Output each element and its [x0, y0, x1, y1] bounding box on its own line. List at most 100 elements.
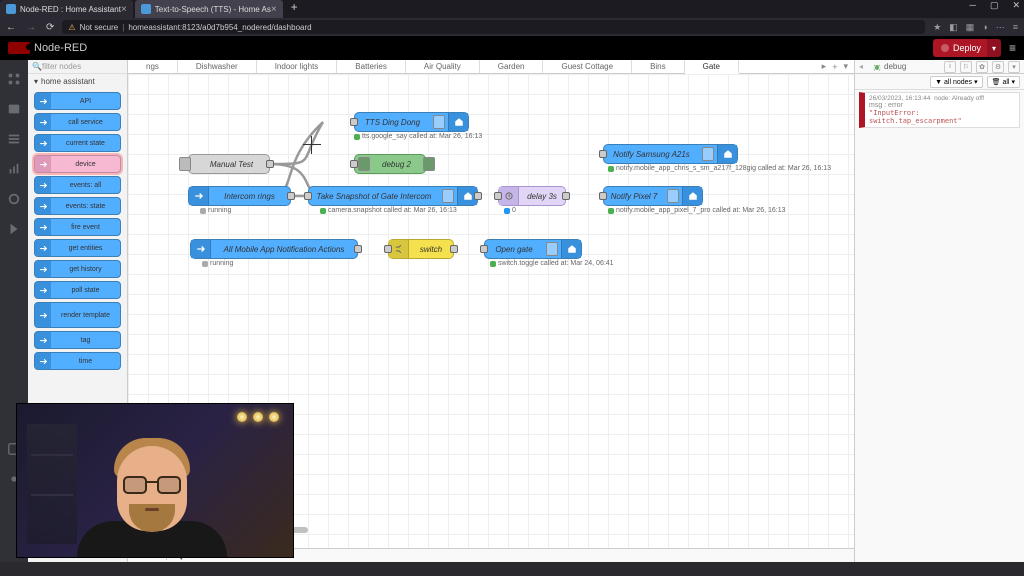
palette-node-label: events: state	[51, 203, 120, 210]
palette-node-current-state[interactable]: current state	[34, 134, 121, 152]
sidebar-tab-debug[interactable]: debug	[867, 62, 912, 71]
tab-title: Text-to-Speech (TTS) - Home As	[155, 5, 271, 14]
node-type-icon	[35, 198, 51, 214]
home-icon	[717, 145, 737, 163]
sidebar-btn[interactable]: ✿	[976, 61, 988, 73]
flow-tab-air-quality[interactable]: Air Quality	[406, 60, 480, 73]
flow-tab-indoor-lights[interactable]: Indoor lights	[257, 60, 338, 73]
status-text: running	[210, 260, 233, 267]
sidebar-collapse-icon[interactable]: ◂	[855, 62, 867, 71]
palette-node-label: render template	[51, 312, 120, 319]
palette-node-poll-state[interactable]: poll state	[34, 281, 121, 299]
tab-close-icon[interactable]: ×	[271, 4, 277, 15]
palette-node-tag[interactable]: tag	[34, 331, 121, 349]
sidebar-btn[interactable]: ▾	[1008, 61, 1020, 73]
sidebar-btn[interactable]: i	[944, 61, 956, 73]
sidebar-btn[interactable]: ⚐	[960, 61, 972, 73]
tab-menu-icon[interactable]: ▾	[843, 61, 848, 72]
window-minimize[interactable]: ─	[970, 0, 976, 11]
node-switch[interactable]: switch	[388, 239, 454, 259]
activity-icon[interactable]	[7, 102, 21, 116]
ext-icon[interactable]: ★	[933, 22, 941, 33]
url-input[interactable]: ⚠ Not secure | homeassistant:8123/a0d7b9…	[62, 20, 925, 34]
flow-tab-ngs[interactable]: ngs	[128, 60, 178, 73]
nav-reload-icon[interactable]: ⟳	[46, 22, 54, 33]
tab-scroll-right-icon[interactable]: ▸	[822, 61, 827, 72]
flow-tab-guest-cottage[interactable]: Guest Cottage	[543, 60, 632, 73]
activity-icon[interactable]	[7, 192, 21, 206]
sidebar-btn[interactable]: ⚙	[992, 61, 1004, 73]
activity-icon[interactable]	[7, 222, 21, 236]
new-tab-button[interactable]: +	[291, 0, 298, 18]
nav-back-icon[interactable]: ←	[6, 22, 16, 33]
msg-time: 26/03/2023, 16:13:44	[869, 95, 930, 102]
sidebar-tab-label: debug	[884, 62, 906, 71]
palette-node-fire-event[interactable]: fire event	[34, 218, 121, 236]
node-label: Open gate	[485, 245, 543, 254]
flow-tab-dishwasher[interactable]: Dishwasher	[178, 60, 257, 73]
node-all-mobile-actions[interactable]: All Mobile App Notification Actions	[190, 239, 358, 259]
node-delay[interactable]: delay 3s	[498, 186, 566, 206]
deploy-button[interactable]: Deploy	[933, 39, 989, 57]
browser-tab-0[interactable]: Node-RED : Home Assistant ×	[0, 0, 133, 18]
search-placeholder: filter nodes	[42, 62, 81, 71]
node-debug-2[interactable]: debug 2	[354, 154, 426, 174]
node-label: All Mobile App Notification Actions	[211, 245, 357, 254]
nodered-logo	[8, 42, 30, 54]
palette-node-call-service[interactable]: call service	[34, 113, 121, 131]
palette-node-render-template[interactable]: render template	[34, 302, 121, 328]
flow-tab-gate[interactable]: Gate	[685, 60, 739, 74]
palette-node-get-history[interactable]: get history	[34, 260, 121, 278]
lock-warning-icon: ⚠	[68, 23, 75, 32]
node-label: Take Snapshot of Gate Intercom	[309, 192, 439, 201]
node-manual-test[interactable]: Manual Test	[188, 154, 270, 174]
node-notify-pixel[interactable]: Notify Pixel 7	[603, 186, 703, 206]
node-type-icon	[35, 135, 51, 151]
node-label: delay 3s	[519, 192, 565, 201]
node-tts-ding-dong[interactable]: TTS Ding Dong	[354, 112, 469, 132]
palette-node-time[interactable]: time	[34, 352, 121, 370]
nav-forward-icon[interactable]: →	[26, 22, 36, 33]
tab-close-icon[interactable]: ×	[121, 4, 127, 15]
tab-favicon	[6, 4, 16, 14]
node-label: switch	[409, 245, 453, 254]
add-flow-button[interactable]: +	[832, 62, 837, 72]
palette-node-get-entities[interactable]: get entities	[34, 239, 121, 257]
activity-icon[interactable]	[7, 162, 21, 176]
browser-tab-1[interactable]: Text-to-Speech (TTS) - Home As ×	[135, 0, 283, 18]
flow-tab-batteries[interactable]: Batteries	[337, 60, 406, 73]
ext-icon[interactable]: ◑	[982, 22, 987, 33]
status-text: 0	[512, 207, 516, 214]
node-open-gate[interactable]: Open gate	[484, 239, 582, 259]
flow-tab-bins[interactable]: Bins	[632, 60, 685, 73]
node-notify-samsung[interactable]: Notify Samsung A21s	[603, 144, 738, 164]
window-close[interactable]: ✕	[1012, 0, 1020, 11]
palette-category[interactable]: ▾ home assistant	[28, 74, 127, 89]
main-menu-button[interactable]: ≡	[1009, 41, 1016, 55]
deploy-dropdown[interactable]: ▾	[987, 39, 1001, 57]
ext-icon[interactable]: ▦	[966, 22, 975, 33]
ext-icon[interactable]: ⋯	[996, 22, 1005, 33]
node-label: Manual Test	[194, 160, 269, 169]
palette-node-label: fire event	[51, 224, 120, 231]
node-intercom-rings[interactable]: Intercom rings	[188, 186, 291, 206]
filter-all-button[interactable]: 🗑 all ▾	[987, 76, 1020, 88]
ext-icon[interactable]: ◧	[949, 22, 958, 33]
node-type-icon	[35, 261, 51, 277]
ext-icon[interactable]: ≡	[1013, 22, 1018, 33]
palette-node-events-state[interactable]: events: state	[34, 197, 121, 215]
filter-nodes-button[interactable]: ▼ all nodes ▾	[930, 76, 982, 88]
status-text: tts.google_say called at: Mar 26, 16:13	[362, 133, 482, 140]
palette-node-device[interactable]: device	[34, 155, 121, 173]
activity-icon[interactable]	[7, 132, 21, 146]
window-maximize[interactable]: ▢	[990, 0, 999, 11]
palette-node-events-all[interactable]: events: all	[34, 176, 121, 194]
palette-node-API[interactable]: API	[34, 92, 121, 110]
flow-tab-garden[interactable]: Garden	[480, 60, 544, 73]
activity-icon[interactable]	[7, 72, 21, 86]
node-type-icon	[35, 93, 51, 109]
status-text: running	[208, 207, 231, 214]
node-take-snapshot[interactable]: Take Snapshot of Gate Intercom	[308, 186, 478, 206]
debug-message[interactable]: 26/03/2023, 16:13:44 node: Already off! …	[859, 92, 1020, 128]
palette-search-input[interactable]: 🔍 filter nodes	[28, 60, 127, 74]
